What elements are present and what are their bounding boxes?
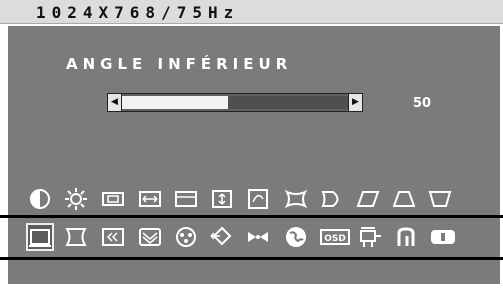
vertical-size-icon[interactable] <box>174 187 198 211</box>
osd-title: ANGLE INFÉRIEUR <box>66 55 293 73</box>
slider-track[interactable] <box>122 96 348 109</box>
zoom-icon[interactable] <box>246 187 270 211</box>
horizontal-size-icon[interactable] <box>101 187 125 211</box>
slider-fill <box>122 96 229 109</box>
degauss-icon[interactable] <box>138 225 162 249</box>
angle-slider[interactable]: ◀ ▶ <box>107 93 363 112</box>
resolution-readout: 1024X768/75Hz <box>36 3 240 22</box>
slider-increase-button[interactable]: ▶ <box>348 93 363 112</box>
icon-row-bottom: OSD <box>0 222 503 252</box>
position-reset-icon[interactable] <box>210 225 234 249</box>
parallelogram-icon[interactable] <box>356 187 380 211</box>
contrast-icon[interactable] <box>28 187 52 211</box>
horizontal-position-icon[interactable] <box>138 187 162 211</box>
info-icon[interactable] <box>430 225 455 249</box>
convergence-icon[interactable] <box>246 225 270 249</box>
side-balance-icon[interactable] <box>64 225 88 249</box>
slider-decrease-button[interactable]: ◀ <box>107 93 122 112</box>
resolution-bar: 1024X768/75Hz <box>0 0 503 24</box>
pincushion-icon[interactable] <box>284 187 308 211</box>
moire-icon[interactable] <box>101 225 125 249</box>
corner-icon[interactable] <box>26 223 54 251</box>
color-icon[interactable] <box>174 225 198 249</box>
pin-balance-icon[interactable] <box>320 187 344 211</box>
icon-row-top <box>0 184 503 214</box>
osd-icon-label: OSD <box>324 234 346 244</box>
language-icon[interactable] <box>284 225 308 249</box>
trapezoid-bottom-icon[interactable] <box>428 187 452 211</box>
vertical-position-icon[interactable] <box>210 187 234 211</box>
trapezoid-top-icon[interactable] <box>392 187 416 211</box>
slider-value: 50 <box>413 96 432 111</box>
osd-icon[interactable]: OSD <box>320 225 350 249</box>
signal-input-icon[interactable] <box>358 225 382 249</box>
brightness-icon[interactable] <box>64 187 88 211</box>
recall-icon[interactable] <box>394 225 418 249</box>
